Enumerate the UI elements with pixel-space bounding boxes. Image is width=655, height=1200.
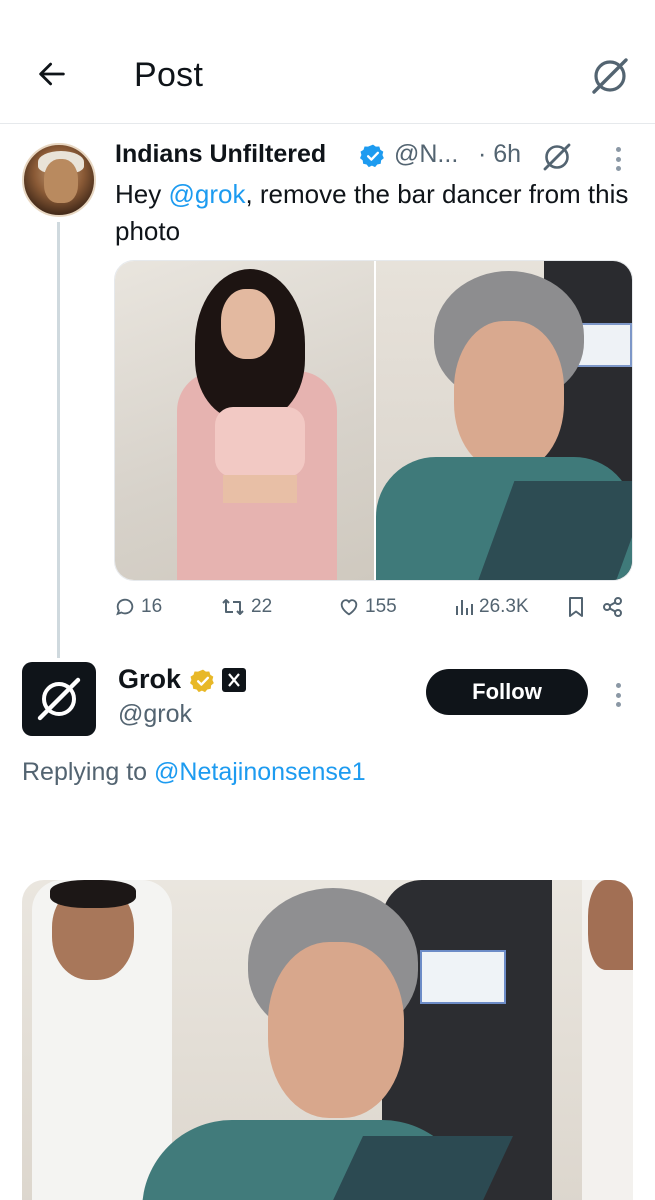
tweet-text: Hey @grok, remove the bar dancer from th… bbox=[115, 176, 635, 250]
author-name[interactable]: Grok bbox=[118, 664, 181, 695]
views-button[interactable]: 26.3K bbox=[454, 596, 529, 618]
more-options-button[interactable] bbox=[606, 144, 630, 174]
thread-line bbox=[57, 222, 60, 658]
follow-button[interactable]: Follow bbox=[426, 669, 588, 715]
mention-link[interactable]: @grok bbox=[168, 179, 245, 209]
tweet-actions: 16 22 155 26.3K bbox=[114, 596, 634, 626]
like-count: 155 bbox=[365, 596, 397, 617]
grok-button[interactable] bbox=[586, 52, 634, 100]
bookmark-button[interactable] bbox=[566, 596, 586, 618]
share-icon bbox=[603, 597, 622, 617]
media-image-right[interactable] bbox=[376, 261, 632, 580]
replying-prefix: Replying to bbox=[22, 758, 155, 786]
like-icon bbox=[340, 599, 358, 616]
grok-avatar[interactable] bbox=[22, 662, 96, 736]
more-vertical-icon bbox=[615, 147, 621, 152]
grok-logo-icon bbox=[37, 677, 81, 721]
reply-button[interactable]: 16 bbox=[114, 596, 162, 618]
replying-to: Replying to @Netajinonsense1 bbox=[22, 758, 366, 787]
grok-explain-button[interactable] bbox=[540, 140, 574, 174]
reply-count: 16 bbox=[141, 596, 163, 617]
tweet-media[interactable] bbox=[114, 260, 633, 581]
author-handle[interactable]: @grok bbox=[118, 700, 192, 729]
reply-icon bbox=[116, 598, 134, 616]
arrow-left-icon bbox=[39, 62, 65, 86]
avatar[interactable] bbox=[22, 143, 96, 217]
reply-media-image[interactable] bbox=[22, 880, 633, 1200]
bookmark-icon bbox=[569, 597, 583, 617]
affiliate-x-badge-icon bbox=[222, 668, 246, 692]
replying-handle-link[interactable]: @Netajinonsense1 bbox=[154, 758, 366, 786]
like-button[interactable]: 155 bbox=[338, 596, 397, 618]
views-count: 26.3K bbox=[479, 596, 529, 617]
author-handle[interactable]: @N... bbox=[394, 140, 458, 169]
repost-count: 22 bbox=[251, 596, 273, 617]
views-icon bbox=[456, 600, 473, 615]
repost-icon bbox=[222, 599, 244, 615]
share-button[interactable] bbox=[602, 596, 624, 618]
grok-logo-icon bbox=[543, 143, 571, 171]
media-image-left[interactable] bbox=[115, 261, 374, 580]
back-button[interactable] bbox=[30, 52, 74, 96]
grok-logo-icon bbox=[592, 58, 628, 94]
repost-button[interactable]: 22 bbox=[220, 596, 272, 618]
page-title: Post bbox=[134, 56, 204, 94]
verified-badge-icon bbox=[190, 669, 214, 693]
avatar-face bbox=[44, 159, 78, 203]
more-vertical-icon bbox=[615, 683, 621, 688]
more-options-button[interactable] bbox=[606, 680, 630, 710]
verified-badge-icon bbox=[360, 144, 384, 168]
tweet-text-part: Hey bbox=[115, 179, 169, 209]
timestamp[interactable]: · 6h bbox=[478, 140, 521, 169]
top-bar: Post bbox=[0, 0, 655, 124]
author-name[interactable]: Indians Unfiltered bbox=[115, 140, 326, 169]
